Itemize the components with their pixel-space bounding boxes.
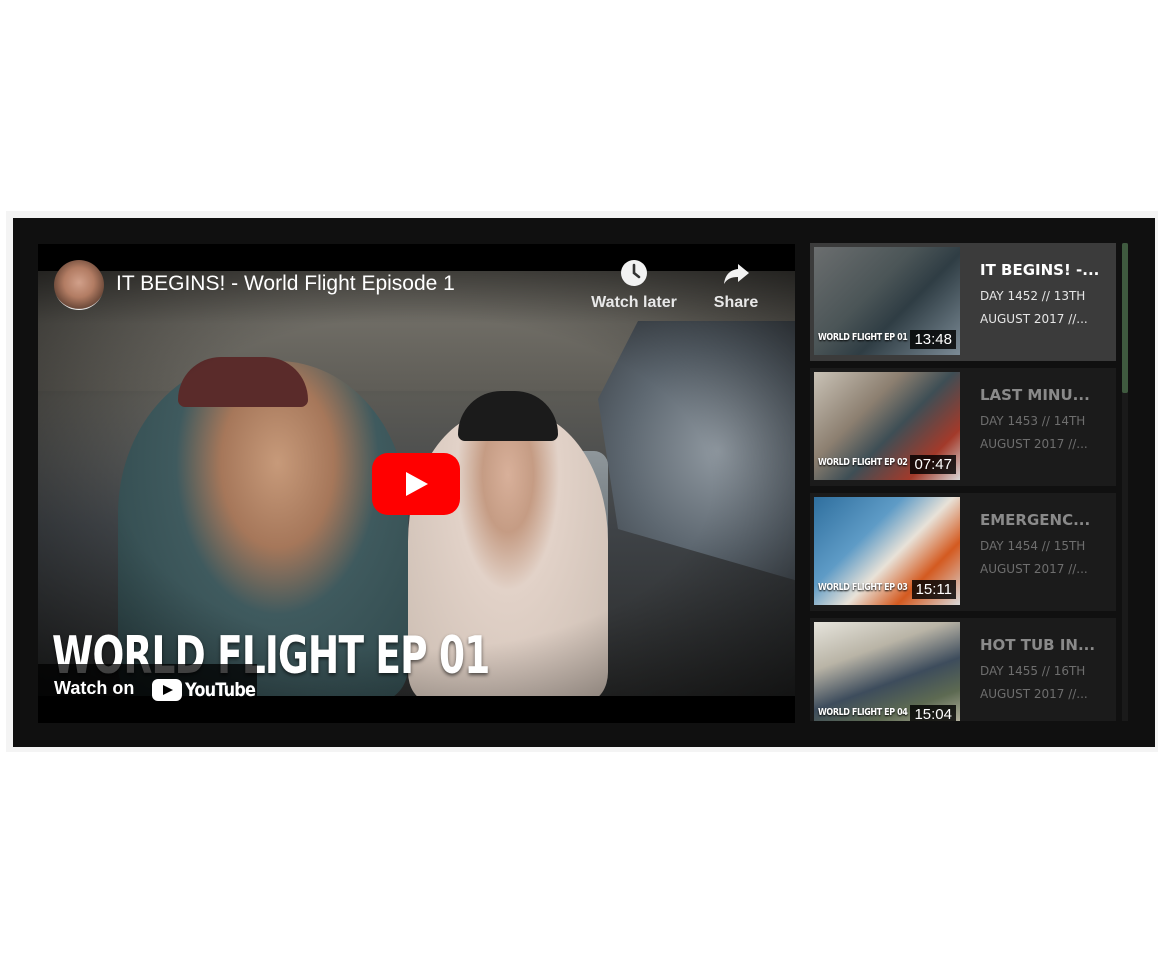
description-line: AUGUST 2017 //... [980, 687, 1088, 701]
playlist-item[interactable]: WORLD FLIGHT EP 03 15:11 EMERGENC... DAY… [810, 493, 1116, 611]
description-line: DAY 1452 // 13TH [980, 289, 1086, 303]
thumbnail: WORLD FLIGHT EP 02 07:47 [814, 372, 960, 480]
youtube-logo-icon: YouTube [152, 676, 267, 704]
play-icon [406, 472, 428, 496]
description-line: AUGUST 2017 //... [980, 437, 1088, 451]
share-button[interactable]: Share [686, 258, 786, 312]
playlist-item-description: DAY 1453 // 14TH AUGUST 2017 //... [980, 410, 1108, 456]
playlist-item-title: LAST MINU... [980, 386, 1090, 404]
playlist-item[interactable]: WORLD FLIGHT EP 01 13:48 IT BEGINS! -...… [810, 243, 1116, 361]
channel-avatar[interactable] [54, 260, 104, 310]
youtube-play-mark [152, 679, 182, 701]
playlist-item[interactable]: WORLD FLIGHT EP 02 07:47 LAST MINU... DA… [810, 368, 1116, 486]
description-line: AUGUST 2017 //... [980, 562, 1088, 576]
thumbnail: WORLD FLIGHT EP 04 15:04 [814, 622, 960, 721]
clock-icon [621, 260, 647, 286]
duration-badge: 15:11 [911, 580, 956, 599]
thumbnail: WORLD FLIGHT EP 01 13:48 [814, 247, 960, 355]
share-label: Share [713, 294, 759, 311]
thumbnail-brand: WORLD FLIGHT EP 03 [818, 582, 908, 593]
playlist-item-title: EMERGENC... [980, 511, 1091, 529]
watch-on-youtube-button[interactable]: Watch on YouTube [38, 664, 257, 718]
playlist-item-description: DAY 1452 // 13TH AUGUST 2017 //... [980, 285, 1108, 331]
playlist-scrollbar-thumb[interactable] [1122, 243, 1128, 393]
description-line: DAY 1455 // 16TH [980, 664, 1086, 678]
play-button[interactable] [372, 453, 460, 515]
description-line: DAY 1453 // 14TH [980, 414, 1086, 428]
playlist-item-description: DAY 1454 // 15TH AUGUST 2017 //... [980, 535, 1108, 581]
duration-badge: 07:47 [910, 455, 956, 474]
playlist-item[interactable]: WORLD FLIGHT EP 04 15:04 HOT TUB IN... D… [810, 618, 1116, 721]
duration-badge: 13:48 [910, 330, 956, 349]
playlist-item-title: HOT TUB IN... [980, 636, 1096, 654]
youtube-wordmark: YouTube [185, 679, 256, 701]
playlist: WORLD FLIGHT EP 01 13:48 IT BEGINS! -...… [810, 243, 1116, 721]
watch-later-label: Watch later [591, 294, 677, 311]
playlist-item-title: IT BEGINS! -... [980, 261, 1100, 279]
duration-badge: 15:04 [910, 705, 956, 721]
video-player[interactable]: WORLD FLIGHT EP 01 IT BEGINS! - World Fl… [38, 244, 795, 723]
description-line: DAY 1454 // 15TH [980, 539, 1086, 553]
video-title-link[interactable]: IT BEGINS! - World Flight Episode 1 [116, 272, 455, 296]
watch-later-button[interactable]: Watch later [584, 258, 684, 312]
share-arrow-icon [724, 264, 749, 284]
thumbnail: WORLD FLIGHT EP 03 15:11 [814, 497, 960, 605]
playlist-item-description: DAY 1455 // 16TH AUGUST 2017 //... [980, 660, 1108, 706]
description-line: AUGUST 2017 //... [980, 312, 1088, 326]
watch-on-label: Watch on [54, 678, 135, 698]
thumbnail-brand: WORLD FLIGHT EP 04 [818, 707, 908, 718]
thumbnail-brand: WORLD FLIGHT EP 02 [818, 457, 908, 468]
thumbnail-brand: WORLD FLIGHT EP 01 [818, 332, 908, 343]
